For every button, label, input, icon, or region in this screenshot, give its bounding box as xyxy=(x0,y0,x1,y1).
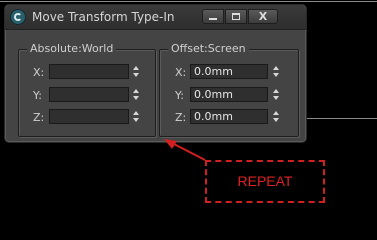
repeat-annotation: REPEAT xyxy=(205,160,325,203)
arrow-line xyxy=(171,142,206,161)
arrow-head xyxy=(164,139,177,149)
